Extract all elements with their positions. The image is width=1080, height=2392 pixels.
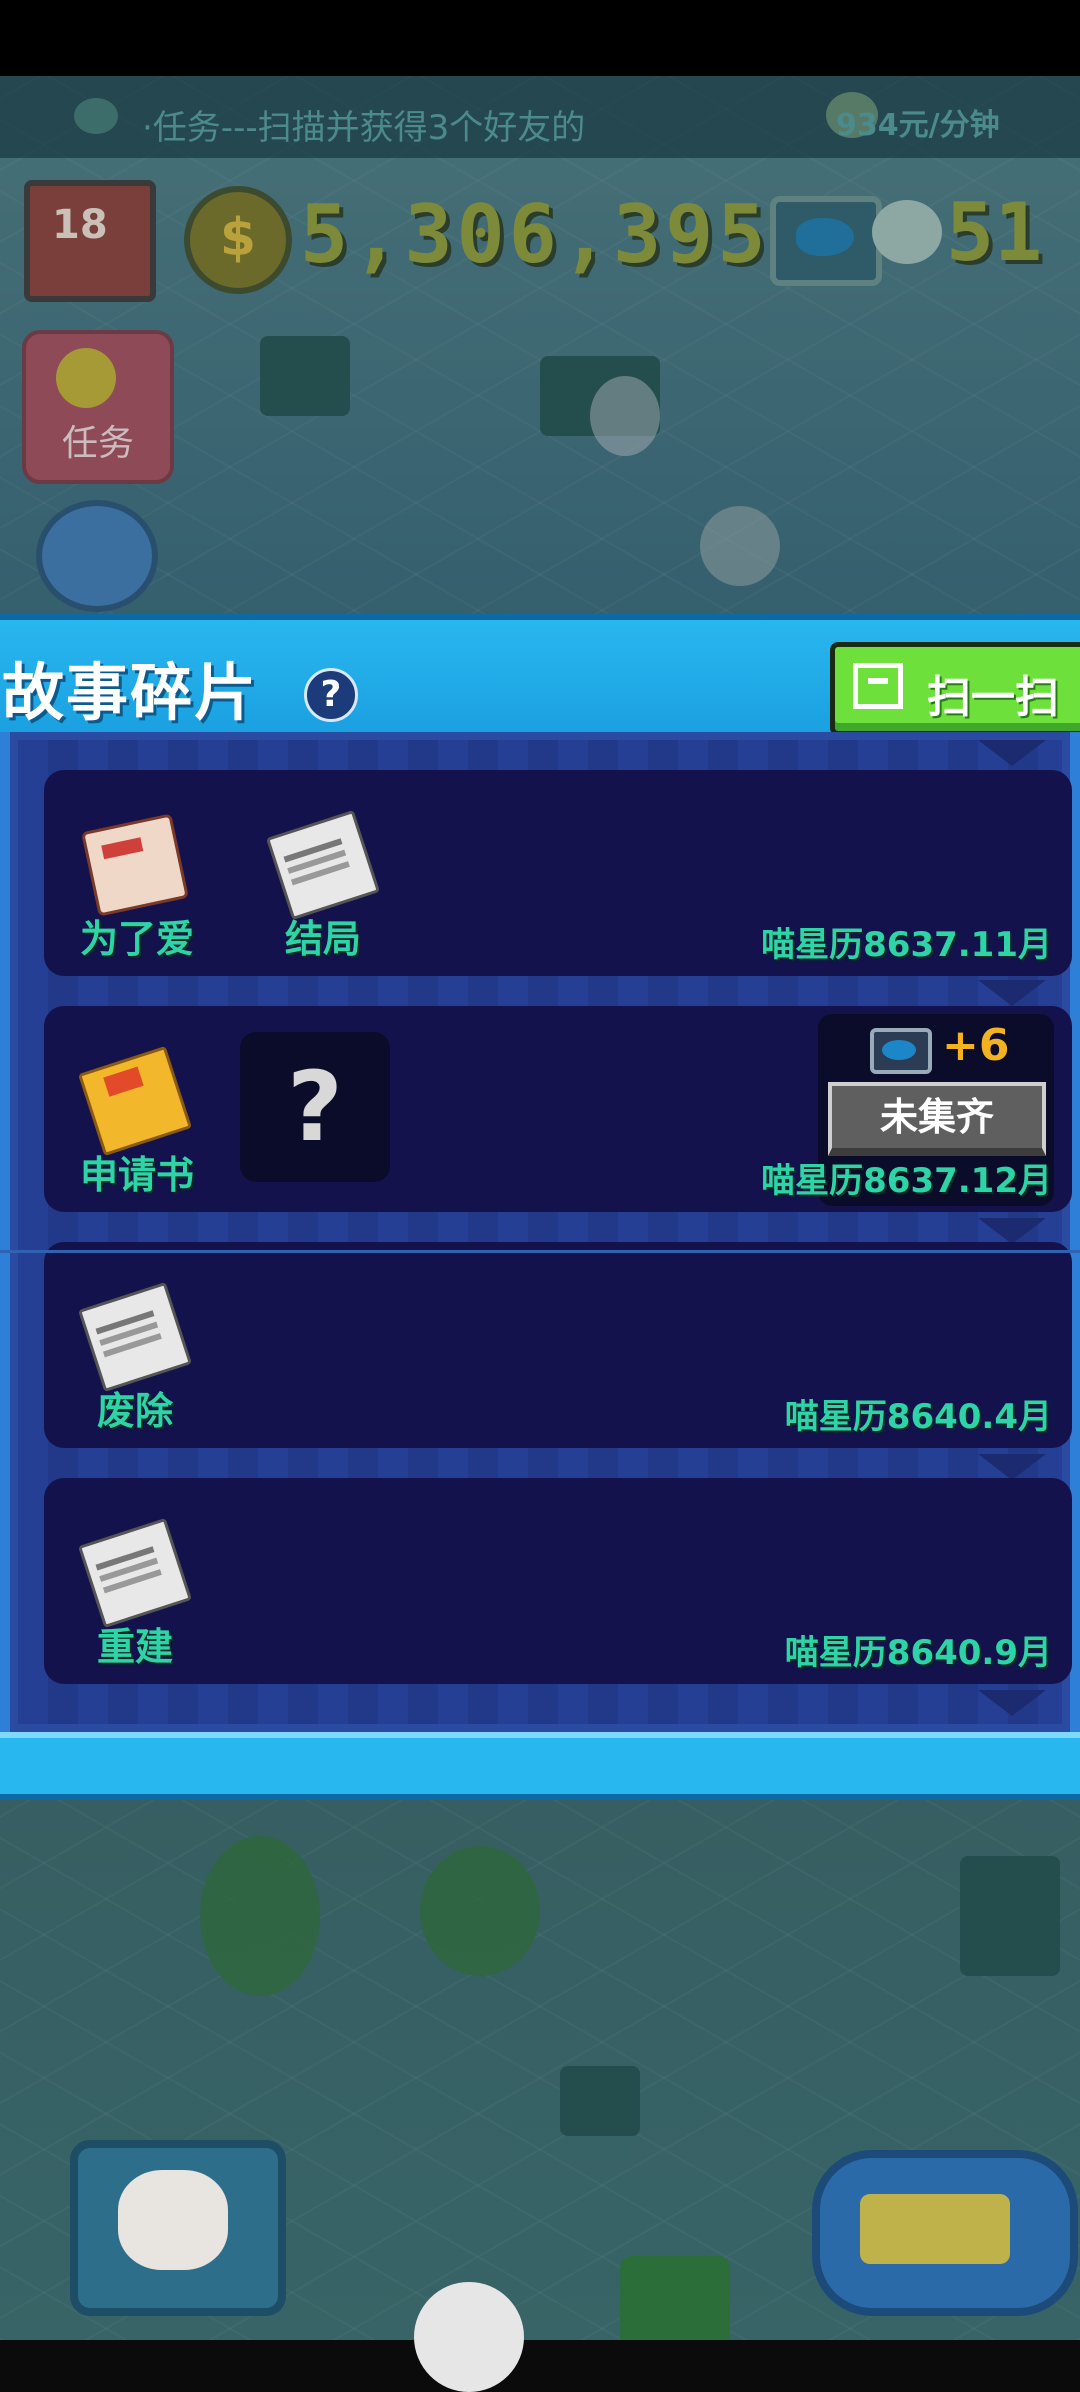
fragment-item[interactable]: 重建 (77, 1517, 193, 1671)
chat-bubble-icon[interactable] (74, 98, 118, 134)
gift-ball-button[interactable] (414, 2282, 524, 2392)
fragment-name: 废除 (96, 1389, 173, 1433)
newspaper-icon (77, 1281, 193, 1393)
panel-header: 故事碎片 ? 扫一扫 (0, 614, 1080, 738)
story-card[interactable]: 废除 喵星历8640.4月 (44, 1242, 1072, 1448)
newspaper-icon (77, 1517, 193, 1629)
status-bar (0, 0, 1080, 76)
connector-arrow (978, 980, 1046, 1006)
story-list-backdrop: 为了爱 结局 喵星历8637.11月 申请书 ? +6 未集齐 喵星历8637.… (18, 740, 1072, 1724)
fish-tv-icon (870, 1028, 932, 1074)
cat-tv-button[interactable] (70, 2140, 286, 2316)
story-date: 喵星历8637.11月 (761, 925, 1052, 965)
story-date: 喵星历8640.9月 (784, 1633, 1052, 1673)
tag-icon (81, 813, 189, 917)
task-button-label: 任务 (61, 423, 134, 464)
story-date: 喵星历8637.12月 (761, 1161, 1052, 1201)
help-icon[interactable]: ? (304, 668, 358, 722)
fragment-name: 重建 (96, 1625, 173, 1669)
connector-arrow (978, 1218, 1046, 1244)
ticker-text: ·任务---扫描并获得3个好友的 (142, 108, 586, 148)
scan-button[interactable]: 扫一扫 (830, 642, 1080, 736)
connector-arrow (978, 1690, 1046, 1716)
menu-bars-icon (860, 2194, 1010, 2264)
connector-arrow (978, 1454, 1046, 1480)
cat-menu-button[interactable] (812, 2150, 1078, 2316)
fragment-item[interactable]: 为了爱 (80, 813, 195, 963)
newspaper-icon (265, 809, 381, 921)
unknown-fragment-slot[interactable]: ? (240, 1032, 390, 1182)
story-list[interactable]: 为了爱 结局 喵星历8637.11月 申请书 ? +6 未集齐 喵星历8637.… (0, 732, 1080, 1732)
qr-scan-icon (853, 663, 903, 709)
story-card[interactable]: 为了爱 结局 喵星历8637.11月 (44, 770, 1072, 976)
panel-footer (0, 1732, 1080, 1800)
fragment-name: 为了爱 (80, 917, 195, 961)
money-counter: 5,306,395 (300, 188, 770, 281)
scroll-seam (0, 1250, 1080, 1253)
connector-arrow (978, 740, 1046, 766)
calendar-button[interactable]: 18 (24, 180, 156, 302)
lightbulb-icon (56, 348, 116, 408)
reward-amount: +6 (942, 1020, 1010, 1071)
fragment-item[interactable]: 结局 (265, 809, 381, 963)
income-rate: 934元/分钟 (836, 108, 1000, 143)
scan-button-label: 扫一扫 (927, 672, 1059, 723)
fish-counter: 51 (946, 186, 1043, 279)
cat-face-icon (118, 2170, 228, 2270)
reward-status-button[interactable]: 未集齐 (828, 1082, 1046, 1156)
story-card[interactable]: 申请书 ? +6 未集齐 喵星历8637.12月 (44, 1006, 1072, 1212)
add-fish-button[interactable] (872, 200, 942, 264)
task-button[interactable]: 任务 (22, 330, 174, 484)
calendar-day: 18 (52, 202, 108, 248)
story-card[interactable]: 重建 喵星历8640.9月 (44, 1478, 1072, 1684)
ambulance-button[interactable] (36, 500, 158, 612)
panel-title: 故事碎片 (2, 656, 259, 729)
story-date: 喵星历8640.4月 (784, 1397, 1052, 1437)
story-fragments-panel: 故事碎片 ? 扫一扫 为了爱 结局 喵星历8637.11月 申请书 ? +6 未… (0, 614, 1080, 1800)
fragment-item[interactable]: 申请书 (77, 1045, 195, 1199)
envelope-icon (77, 1045, 193, 1157)
fragment-name: 结局 (284, 917, 361, 961)
fragment-item[interactable]: 废除 (77, 1281, 193, 1435)
fragment-name: 申请书 (80, 1153, 195, 1197)
coin-icon: $ (184, 186, 292, 294)
fish-tv-icon (770, 196, 882, 286)
